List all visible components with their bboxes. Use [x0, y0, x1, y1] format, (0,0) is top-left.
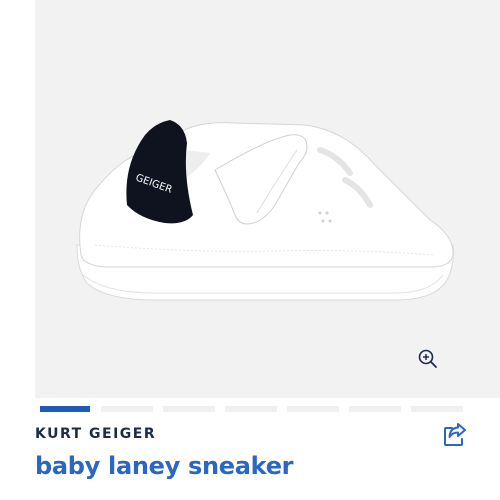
- pager-dot-7[interactable]: [411, 406, 463, 412]
- zoom-in-icon[interactable]: [417, 348, 439, 370]
- product-title: baby laney sneaker: [35, 452, 294, 480]
- pager-dot-6[interactable]: [349, 406, 401, 412]
- product-image: GEIGER: [76, 120, 454, 301]
- product-image-gallery[interactable]: GEIGER: [35, 0, 500, 398]
- pager-dot-2[interactable]: [101, 406, 153, 412]
- share-icon[interactable]: [441, 421, 469, 449]
- brand-name[interactable]: KURT GEIGER: [35, 426, 156, 442]
- product-page: GEIGER KURT GEIGER baby laney sneaker: [0, 0, 500, 500]
- pager-dot-3[interactable]: [163, 406, 215, 412]
- pager-dot-5[interactable]: [287, 406, 339, 412]
- pager-dot-1[interactable]: [40, 406, 90, 412]
- image-carousel-pager: [0, 406, 500, 412]
- pager-dot-4[interactable]: [225, 406, 277, 412]
